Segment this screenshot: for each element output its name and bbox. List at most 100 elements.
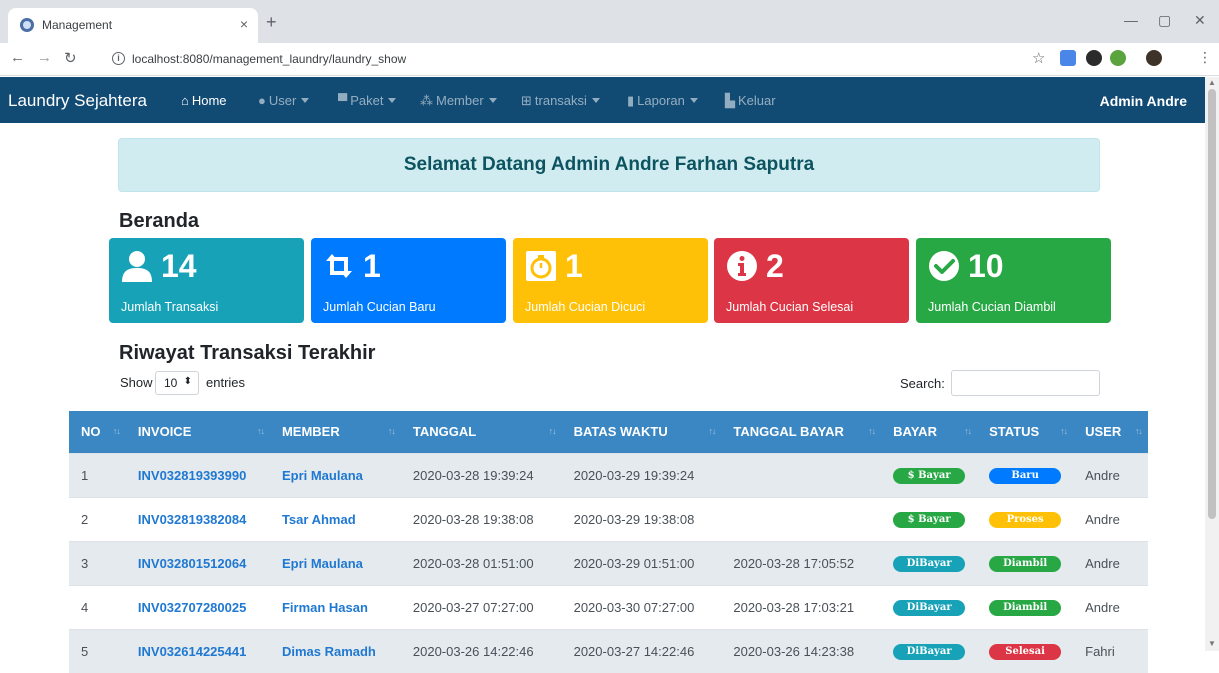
user-icon: ● (258, 93, 266, 108)
minimize-button[interactable]: — (1124, 12, 1138, 28)
column-header-bayar[interactable]: BAYAR ↑↓ (881, 411, 978, 453)
nav-member[interactable]: ⁂ Member (420, 93, 497, 109)
back-icon[interactable]: ← (10, 49, 25, 66)
card-cucian-selesai[interactable]: 2 Jumlah Cucian Selesai (714, 238, 909, 323)
member-link[interactable]: Epri Maulana (282, 468, 363, 483)
member-link[interactable]: Dimas Ramadh (282, 644, 376, 659)
brand[interactable]: Laundry Sejahtera (8, 91, 147, 111)
extension-globe-icon[interactable] (1110, 50, 1126, 66)
column-header-batas-waktu[interactable]: BATAS WAKTU ↑↓ (561, 411, 722, 453)
extension-icon[interactable] (1086, 50, 1102, 66)
card-cucian-baru[interactable]: 1 Jumlah Cucian Baru (311, 238, 506, 323)
member-link[interactable]: Tsar Ahmad (282, 512, 356, 527)
column-header-status[interactable]: STATUS ↑↓ (977, 411, 1074, 453)
status-badge[interactable]: Diambil (989, 600, 1062, 616)
forward-icon[interactable]: → (37, 49, 52, 66)
reload-icon[interactable]: ↻ (64, 49, 77, 67)
nav-laporan-label: Laporan (637, 93, 685, 108)
entries-select[interactable]: 10 ⬍ (155, 371, 199, 395)
status-badge[interactable]: Selesai (989, 644, 1062, 661)
cell-no: 5 (69, 628, 126, 673)
pay-button[interactable]: $ Bayar (893, 468, 966, 484)
cell-user: Andre (1073, 584, 1148, 629)
paid-badge[interactable]: DiBayar (893, 600, 966, 616)
cell-tanggal: 2020-03-28 19:39:24 (400, 452, 562, 497)
cell-tanggal: 2020-03-28 01:51:00 (400, 540, 562, 585)
users-icon: ⁂ (420, 93, 433, 108)
column-label: BAYAR (893, 424, 937, 440)
close-window-button[interactable]: ✕ (1194, 12, 1206, 29)
browser-menu-icon[interactable]: ⋮ (1198, 49, 1212, 66)
new-tab-button[interactable]: + (266, 13, 277, 31)
paid-badge[interactable]: DiBayar (893, 556, 966, 572)
scroll-up-icon[interactable]: ▲ (1208, 78, 1216, 87)
member-link[interactable]: Epri Maulana (282, 556, 363, 571)
cell-batas-waktu: 2020-03-30 07:27:00 (561, 584, 722, 629)
scroll-down-icon[interactable]: ▼ (1208, 639, 1216, 648)
entries-value: 10 (164, 376, 178, 390)
column-header-invoice[interactable]: INVOICE ↑↓ (125, 411, 270, 453)
search-input[interactable] (951, 370, 1100, 396)
nav-paket[interactable]: ▀ Paket (338, 93, 397, 108)
invoice-link[interactable]: INV032801512064 (138, 556, 246, 571)
info-circle-icon (727, 251, 757, 281)
retweet-icon (326, 254, 352, 278)
sort-icon: ↑↓ (708, 426, 716, 436)
restore-button[interactable]: ▢ (1158, 12, 1171, 29)
page-scrollbar[interactable]: ▲ ▼ (1205, 77, 1219, 651)
cell-tanggal-bayar: 2020-03-28 17:03:21 (721, 584, 882, 629)
column-header-tanggal[interactable]: TANGGAL ↑↓ (400, 411, 562, 453)
paid-badge[interactable]: DiBayar (893, 644, 966, 661)
status-badge[interactable]: Diambil (989, 556, 1062, 572)
cell-tanggal: 2020-03-26 14:22:46 (400, 628, 562, 673)
browser-tab[interactable]: Management × (8, 8, 258, 43)
address-bar[interactable]: i localhost:8080/management_laundry/laun… (106, 47, 1056, 72)
select-arrows-icon: ⬍ (183, 376, 192, 387)
cell-tanggal: 2020-03-27 07:27:00 (400, 584, 562, 629)
pay-button[interactable]: $ Bayar (893, 512, 966, 528)
scrollbar-thumb[interactable] (1208, 89, 1216, 519)
member-link[interactable]: Firman Hasan (282, 600, 368, 615)
status-badge[interactable]: Proses (989, 512, 1062, 528)
nav-laporan[interactable]: ▮ Laporan (627, 93, 698, 109)
nav-keluar[interactable]: ▙ Keluar (725, 93, 776, 109)
app-navbar: Laundry Sejahtera ⌂ Home ● User ▀ Paket ⁂ Me… (0, 77, 1205, 123)
tab-close-icon[interactable]: × (240, 16, 248, 32)
translate-extension-icon[interactable] (1060, 50, 1076, 66)
column-header-no[interactable]: NO ↑↓ (69, 411, 126, 453)
column-header-user[interactable]: USER ↑↓ (1073, 411, 1148, 453)
invoice-link[interactable]: INV032819393990 (138, 468, 246, 483)
transactions-table: NO ↑↓ INVOICE ↑↓ MEMBER ↑↓ TANGGAL ↑↓ BATAS … (69, 411, 1148, 673)
cell-user: Andre (1073, 540, 1148, 585)
invoice-link[interactable]: INV032614225441 (138, 644, 246, 659)
invoice-link[interactable]: INV032819382084 (138, 512, 246, 527)
nav-home[interactable]: ⌂ Home (181, 93, 227, 108)
nav-transaksi[interactable]: ⊞ transaksi (521, 93, 600, 109)
card-cucian-dicuci[interactable]: 1 Jumlah Cucian Dicuci (513, 238, 708, 323)
nav-transaksi-label: transaksi (534, 93, 587, 108)
column-header-member[interactable]: MEMBER ↑↓ (269, 411, 401, 453)
door-icon: ▙ (725, 93, 735, 108)
favicon-icon (20, 18, 34, 32)
cell-no: 1 (69, 452, 126, 497)
invoice-link[interactable]: INV032707280025 (138, 600, 246, 615)
nav-home-label: Home (191, 93, 227, 108)
cell-no: 2 (69, 496, 126, 541)
card-cucian-diambil[interactable]: 10 Jumlah Cucian Diambil (916, 238, 1111, 323)
table-row: 2 INV032819382084 Tsar Ahmad 2020-03-28 … (69, 496, 1148, 541)
url-text[interactable]: localhost:8080/management_laundry/laundr… (132, 52, 406, 66)
sort-icon: ↑↓ (387, 426, 396, 436)
sort-icon: ↑↓ (548, 426, 557, 436)
profile-avatar[interactable] (1146, 50, 1162, 66)
cell-user: Andre (1073, 452, 1148, 497)
column-header-tanggal-bayar[interactable]: TANGGAL BAYAR ↑↓ (721, 411, 882, 453)
recent-transactions-title: Riwayat Transaksi Terakhir (119, 342, 376, 364)
info-icon[interactable]: i (112, 52, 125, 65)
check-circle-icon (929, 251, 959, 281)
admin-name[interactable]: Admin Andre (1100, 93, 1187, 109)
card-transaksi[interactable]: 14 Jumlah Transaksi (109, 238, 304, 323)
nav-user[interactable]: ● User (258, 93, 310, 108)
bookmark-star-icon[interactable]: ☆ (1032, 49, 1045, 67)
cell-user: Andre (1073, 496, 1148, 541)
status-badge[interactable]: Baru (989, 468, 1062, 484)
